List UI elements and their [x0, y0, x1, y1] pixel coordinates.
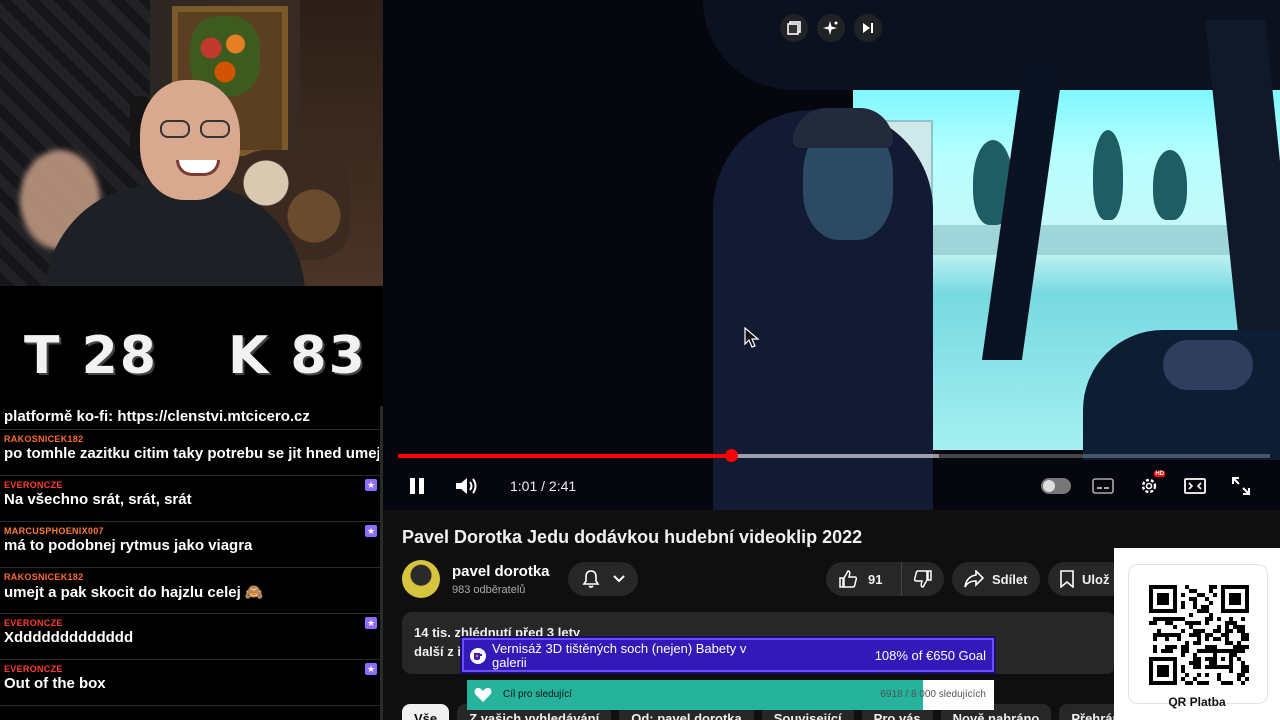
subscriber-count: 983 odběratelů	[452, 584, 526, 596]
chevron-down-icon	[613, 575, 625, 583]
qr-code	[1149, 585, 1249, 685]
stream-layout: T 28 K 83 platformě ko-fi: https://clens…	[0, 0, 1280, 720]
chat-message: RAKOSNICEK182 umejt a pak skocit do hajzl…	[0, 568, 383, 614]
subscriber-badge-icon: ★	[365, 663, 377, 675]
dislike-button[interactable]	[902, 569, 944, 589]
subscriber-badge-icon: ★	[365, 525, 377, 537]
mouse-cursor-icon	[744, 327, 760, 348]
chat-username: MARCUSPHOENIX007	[4, 526, 104, 536]
chat-username: RAKOSNICEK182	[4, 572, 84, 582]
qr-payment-panel: QR Platba	[1114, 548, 1280, 720]
video-frame	[383, 0, 1280, 510]
subtitles-icon	[1092, 478, 1114, 494]
share-button[interactable]: Sdílet	[952, 562, 1040, 596]
like-button[interactable]: 91	[826, 562, 902, 596]
chat-text: Xddddddddddddd	[4, 629, 134, 646]
time-total: 2:41	[548, 478, 577, 494]
bell-icon	[582, 570, 600, 588]
qr-code-box	[1128, 564, 1268, 704]
share-icon	[964, 570, 984, 588]
tree	[1093, 130, 1123, 220]
chat-message: RAKOSNICEK182 po tomhle zazitku citim tak…	[0, 430, 383, 476]
progress-bar[interactable]	[398, 449, 1270, 462]
chat-panel: platformě ko-fi: https://clenstvi.mtcice…	[0, 406, 383, 720]
video-player[interactable]: 1:01 / 2:41 HD	[383, 0, 1280, 510]
fullscreen-icon	[1232, 477, 1250, 495]
pause-icon	[410, 478, 424, 494]
donation-goal-overlay: Vernisáž 3D tištěných soch (nejen) Babet…	[462, 638, 994, 672]
score-k: K 83	[228, 326, 367, 386]
chat-message: platformě ko-fi: https://clenstvi.mtcice…	[0, 406, 383, 430]
theater-mode-button[interactable]	[1181, 472, 1209, 500]
goal-percent: 108% of €650 Goal	[874, 648, 986, 663]
time-display: 1:01 / 2:41	[510, 478, 576, 494]
like-count: 91	[868, 571, 883, 587]
fullscreen-button[interactable]	[1227, 472, 1255, 500]
webcam-feed	[0, 0, 383, 286]
thumbs-down-icon	[913, 570, 932, 588]
qr-label: QR Platba	[1168, 695, 1226, 709]
like-dislike-group: 91	[826, 562, 944, 596]
time-separator: /	[541, 478, 546, 494]
streamer-head	[140, 80, 240, 200]
channel-name[interactable]: pavel dorotka	[452, 563, 550, 580]
tree	[1153, 150, 1187, 220]
thumbs-up-icon	[839, 570, 858, 588]
chat-text: platformě ko-fi: https://clenstvi.mtcice…	[4, 408, 310, 425]
volume-button[interactable]	[453, 472, 481, 500]
playlist-add-icon[interactable]	[780, 14, 808, 42]
subscriber-badge-icon: ★	[365, 617, 377, 629]
hd-badge: HD	[1154, 471, 1165, 477]
next-icon[interactable]	[854, 14, 882, 42]
player-controls: 1:01 / 2:41 HD	[383, 468, 1280, 504]
follower-goal-count: 6918 / 8 000 sledujících	[880, 689, 986, 700]
kofi-cup-icon	[470, 648, 486, 664]
bookmark-icon	[1060, 570, 1074, 588]
chat-message: EVERONCZE Na všechno srát, srát, srát ★	[0, 476, 383, 522]
sparkle-icon[interactable]	[817, 14, 845, 42]
chat-message: EVERONCZE Xddddddddddddd ★	[0, 614, 383, 660]
volume-icon	[456, 478, 477, 494]
subtitles-button[interactable]	[1089, 472, 1117, 500]
chat-text: Out of the box	[4, 675, 106, 692]
chat-username: EVERONCZE	[4, 480, 63, 490]
scrubber-handle[interactable]	[725, 449, 739, 462]
chat-username: EVERONCZE	[4, 664, 63, 674]
subscription-bell-button[interactable]	[568, 562, 638, 596]
channel-avatar[interactable]	[402, 560, 440, 598]
chat-text: umejt a pak skocit do hajzlu celej 🙈	[4, 584, 264, 601]
chat-username: EVERONCZE	[4, 618, 63, 628]
score-panel: T 28 K 83	[0, 286, 383, 406]
subscriber-badge-icon: ★	[365, 479, 377, 491]
follower-goal-label: Cíl pro sledující	[503, 689, 572, 700]
chat-list: platformě ko-fi: https://clenstvi.mtcice…	[0, 406, 383, 706]
gear-icon	[1141, 478, 1157, 494]
share-label: Sdílet	[992, 571, 1028, 587]
score-t: T 28	[24, 326, 158, 386]
top-actions	[780, 14, 882, 42]
glasses	[160, 120, 236, 140]
driver-hand	[1163, 340, 1253, 390]
chat-message: EVERONCZE Out of the box ★	[0, 660, 383, 706]
save-label: Ulož	[1082, 571, 1110, 587]
autoplay-toggle[interactable]	[1041, 478, 1071, 494]
goal-title: Vernisáž 3D tištěných soch (nejen) Babet…	[492, 641, 747, 670]
played-bar	[398, 454, 732, 458]
chat-username: RAKOSNICEK182	[4, 434, 84, 444]
chat-text: Na všechno srát, srát, srát	[4, 491, 192, 508]
follower-goal-overlay: Cíl pro sledující 6918 / 8 000 sledující…	[467, 680, 994, 710]
pause-button[interactable]	[403, 472, 431, 500]
driver-cap	[793, 108, 893, 148]
chat-text: má to podobnej rytmus jako viagra	[4, 537, 253, 554]
settings-button[interactable]: HD	[1135, 471, 1165, 500]
time-current: 1:01	[510, 478, 538, 494]
description-text: další z ř	[414, 644, 463, 659]
chat-text: po tomhle zazitku citim taky potrebu se …	[4, 445, 379, 462]
chat-message: MARCUSPHOENIX007 má to podobnej rytmus ja…	[0, 522, 383, 568]
filter-chip[interactable]: Vše	[402, 704, 450, 720]
video-title: Pavel Dorotka Jedu dodávkou hudební vide…	[402, 527, 863, 547]
theater-icon	[1184, 478, 1206, 494]
heart-icon	[474, 687, 492, 702]
